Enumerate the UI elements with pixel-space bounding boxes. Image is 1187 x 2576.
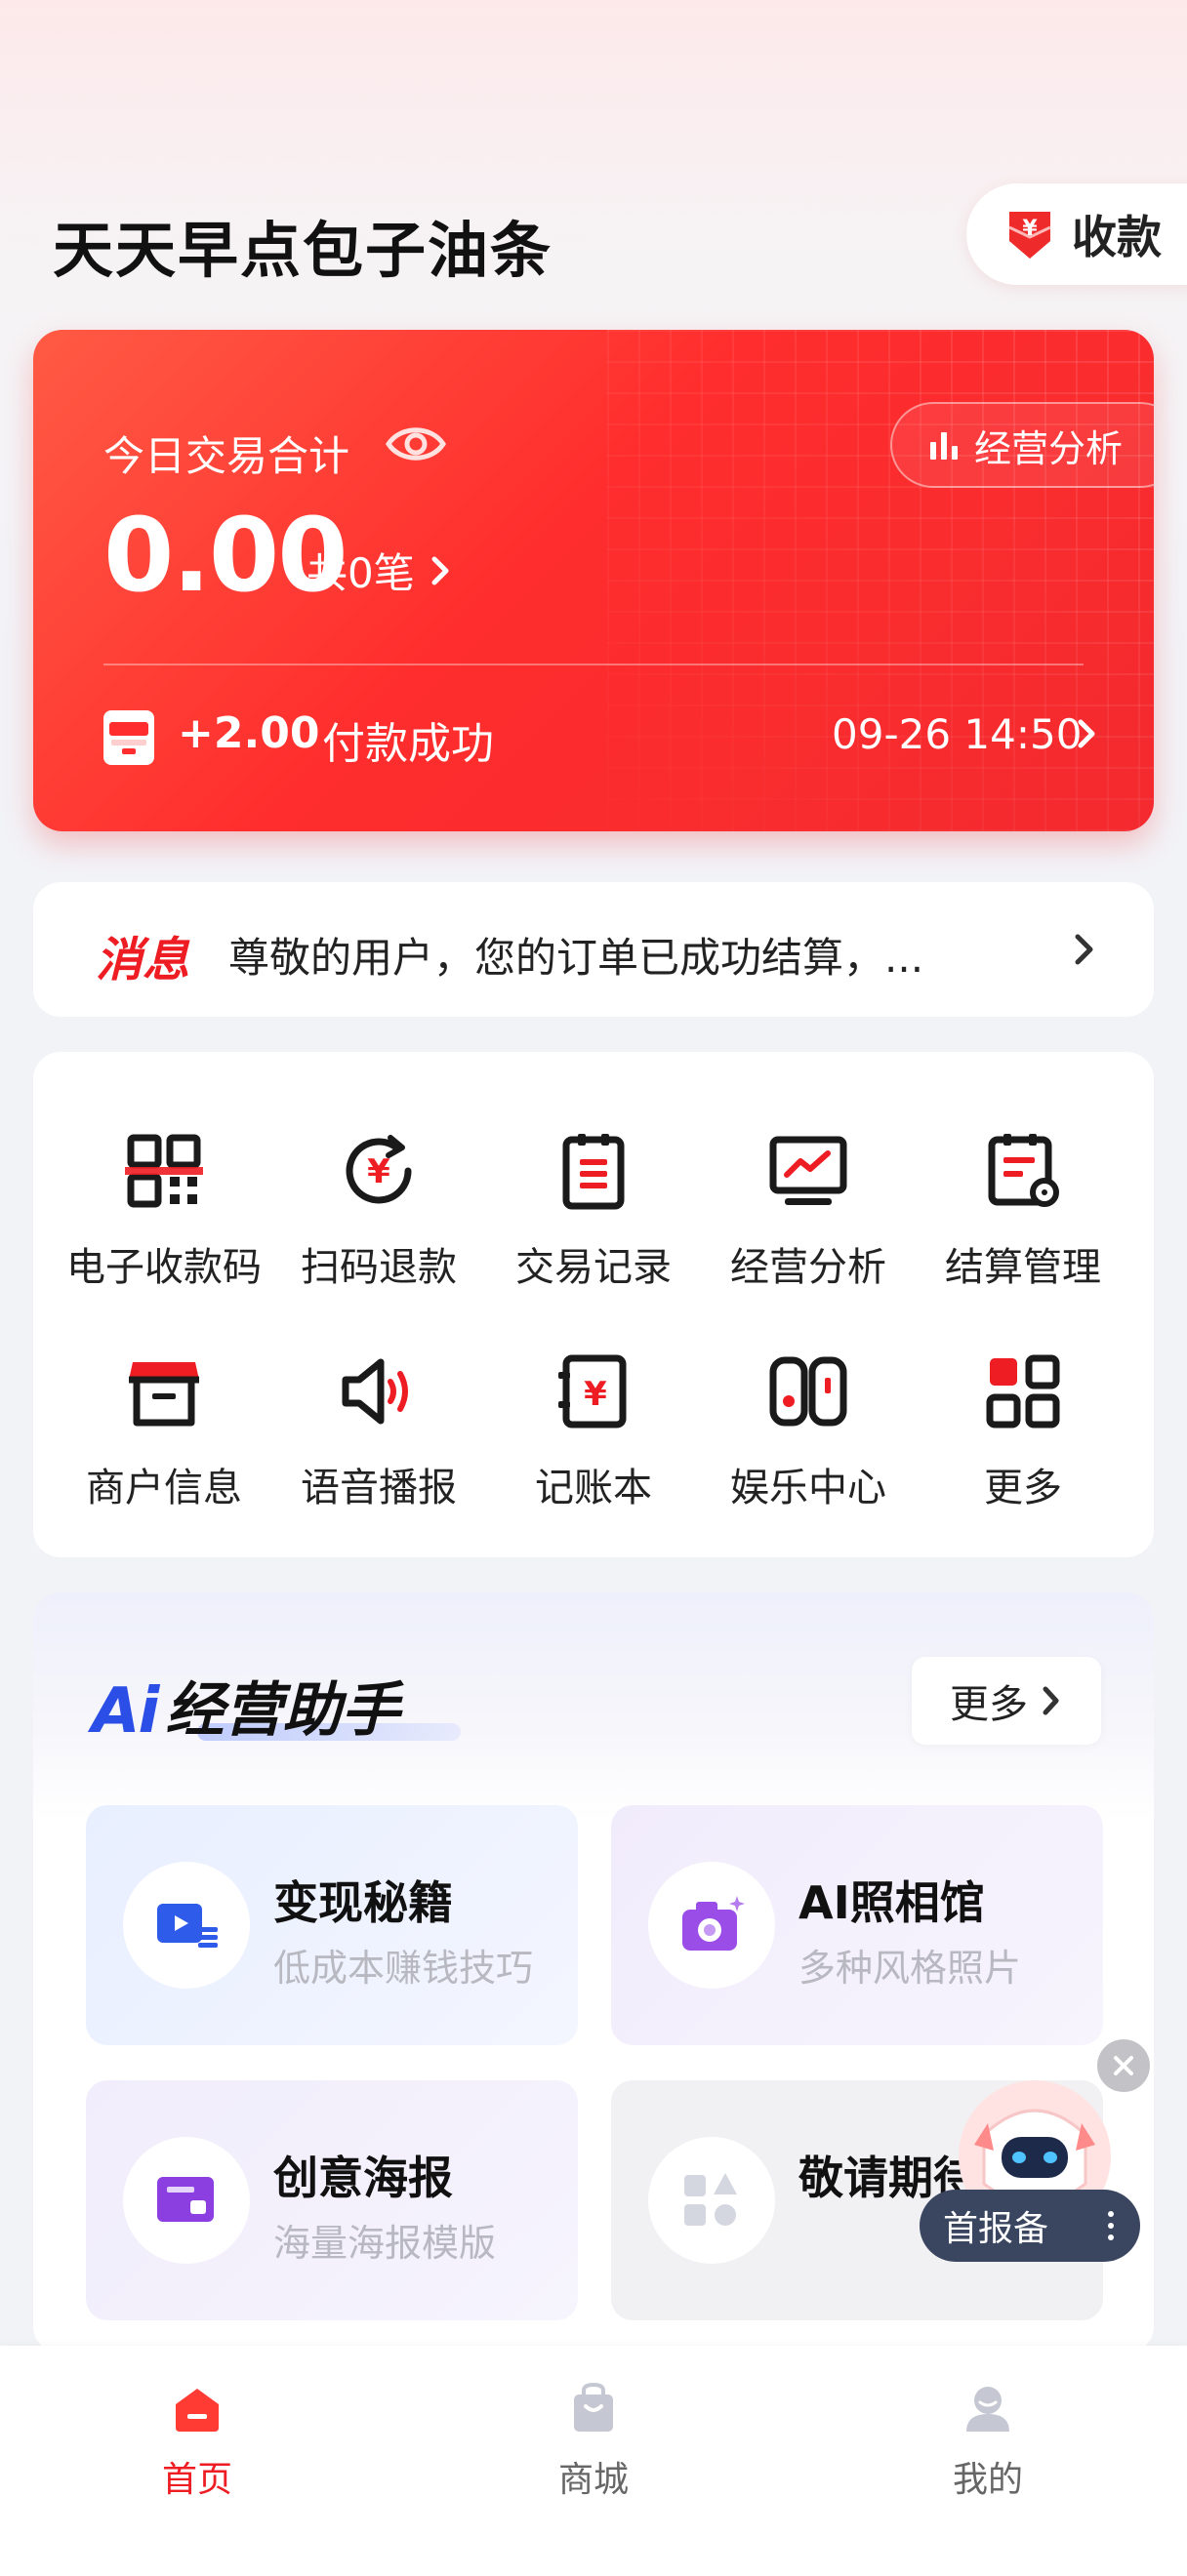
bottom-nav: 首页 商城 我的 (0, 2346, 1187, 2576)
chevron-right-icon[interactable] (1074, 716, 1099, 751)
function-item-voice[interactable]: 语音播报 (271, 1350, 486, 1546)
shopping-bag-icon (574, 2382, 613, 2432)
collect-label: 收款 (1072, 211, 1162, 263)
ai-card-poster[interactable]: 创意海报 海量海报模版 (86, 2080, 578, 2320)
function-item-refund[interactable]: ¥ 扫码退款 (271, 1130, 486, 1325)
ai-card-photo-studio[interactable]: AI照相馆 多种风格照片 (611, 1805, 1103, 2045)
shield-yuan-icon: ¥ (1008, 212, 1051, 259)
refund-icon: ¥ (346, 1135, 412, 1204)
nav-label: 我的 (952, 2460, 1023, 2500)
function-item-analysis[interactable]: 经营分析 (701, 1130, 916, 1325)
svg-text:¥: ¥ (367, 1152, 390, 1191)
last-transaction-status: 付款成功 (322, 719, 494, 769)
count-text: 共0笔 (307, 549, 415, 597)
settlement-icon (988, 1134, 1059, 1207)
close-icon (1114, 2056, 1133, 2075)
nav-item-mall[interactable]: 商城 (496, 2381, 691, 2502)
ai-card-icon-wrap (123, 2137, 250, 2264)
monitor-chart-icon (769, 1136, 847, 1205)
function-label: 电子收款码 (66, 1245, 262, 1290)
ai-card-icon-wrap (123, 1862, 250, 1989)
collect-button[interactable]: ¥ 收款 (966, 183, 1187, 285)
shop-name: 天天早点包子油条 (53, 215, 553, 286)
ai-logo: Ai (92, 1675, 159, 1748)
ledger-icon: ¥ (558, 1354, 627, 1429)
ai-more-label: 更多 (950, 1682, 1028, 1727)
ai-card-subtitle: 低成本赚钱技巧 (273, 1947, 534, 1990)
poster-icon (157, 2177, 214, 2222)
ai-card-icon-wrap (648, 1862, 775, 1989)
analysis-label: 经营分析 (974, 426, 1124, 470)
camera-icon (682, 1896, 745, 1951)
function-item-more[interactable]: 更多 (916, 1350, 1130, 1546)
user-icon (966, 2387, 1009, 2432)
svg-text:¥: ¥ (584, 1375, 607, 1414)
function-label: 记账本 (535, 1466, 652, 1510)
nav-item-me[interactable]: 我的 (890, 2381, 1085, 2502)
function-label: 更多 (984, 1466, 1062, 1510)
nav-label: 商城 (557, 2460, 629, 2500)
robot-tag[interactable]: 首报备 (920, 2190, 1140, 2262)
transaction-summary-card: 今日交易合计 经营分析 0.00 共0笔 +2.00 付款成功 09-26 14… (33, 330, 1154, 831)
function-label: 商户信息 (86, 1466, 242, 1510)
function-label: 娱乐中心 (730, 1466, 886, 1510)
robot-tag-label: 首报备 (943, 2209, 1049, 2249)
card-divider (103, 664, 1084, 665)
function-item-shop-info[interactable]: 商户信息 (57, 1350, 271, 1546)
header: 天天早点包子油条 ¥ 收款 (0, 0, 1187, 312)
last-transaction-amount: +2.00 (178, 708, 320, 758)
record-icon (562, 1134, 625, 1210)
function-grid: 电子收款码 ¥ 扫码退款 交易记录 经营分析 结算管理 商户信息 语音播报 ¥ … (33, 1052, 1154, 1557)
function-label: 经营分析 (730, 1245, 886, 1290)
payment-logo-icon (103, 710, 154, 765)
function-item-qr-code[interactable]: 电子收款码 (57, 1130, 271, 1325)
ai-card-subtitle: 海量海报模版 (273, 2222, 497, 2265)
ai-card-title: AI照相馆 (798, 1876, 985, 1929)
gamepad-icon (769, 1356, 847, 1427)
function-label: 结算管理 (945, 1245, 1101, 1290)
ai-card-subtitle: 多种风格照片 (798, 1947, 1022, 1990)
more-vertical-icon (1108, 2211, 1114, 2240)
function-label: 交易记录 (515, 1245, 672, 1290)
function-label: 扫码退款 (301, 1245, 457, 1290)
message-bar[interactable]: 消息 尊敬的用户，您的订单已成功结算，... (33, 882, 1154, 1017)
function-item-settlement[interactable]: 结算管理 (916, 1130, 1130, 1325)
video-list-icon (157, 1904, 218, 1948)
nav-label: 首页 (161, 2460, 232, 2500)
message-text: 尊敬的用户，您的订单已成功结算，... (228, 934, 924, 982)
transaction-count[interactable]: 共0笔 (307, 541, 454, 600)
last-transaction-time[interactable]: 09-26 14:50 (832, 710, 1082, 758)
qr-code-icon (125, 1134, 203, 1208)
chevron-right-icon (1043, 1686, 1059, 1715)
nav-item-home[interactable]: 首页 (100, 2381, 295, 2502)
shop-icon (129, 1362, 199, 1427)
message-tag: 消息 (96, 933, 190, 987)
summary-title: 今日交易合计 (103, 432, 350, 480)
home-icon (176, 2389, 219, 2432)
shapes-icon (684, 2173, 737, 2226)
speaker-icon (342, 1358, 408, 1425)
more-grid-icon (986, 1354, 1060, 1429)
function-item-records[interactable]: 交易记录 (486, 1130, 701, 1325)
ai-title: 经营助手 (165, 1676, 400, 1745)
ai-card-title: 创意海报 (273, 2152, 453, 2204)
chevron-right-icon (1075, 934, 1093, 965)
function-item-ledger[interactable]: ¥ 记账本 (486, 1350, 701, 1546)
chevron-right-icon (431, 556, 449, 584)
analysis-button[interactable]: 经营分析 (890, 402, 1154, 488)
svg-text:¥: ¥ (1022, 217, 1038, 241)
ai-card-monetize[interactable]: 变现秘籍 低成本赚钱技巧 (86, 1805, 578, 2045)
ai-card-icon-wrap (648, 2137, 775, 2264)
ai-card-title: 变现秘籍 (273, 1876, 453, 1929)
ai-section-title: Ai 经营助手 (92, 1663, 399, 1748)
function-label: 语音播报 (301, 1466, 457, 1510)
ai-more-button[interactable]: 更多 (912, 1657, 1101, 1745)
eye-icon[interactable] (385, 420, 447, 468)
function-item-entertainment[interactable]: 娱乐中心 (701, 1350, 916, 1546)
bar-chart-icon (930, 432, 958, 460)
